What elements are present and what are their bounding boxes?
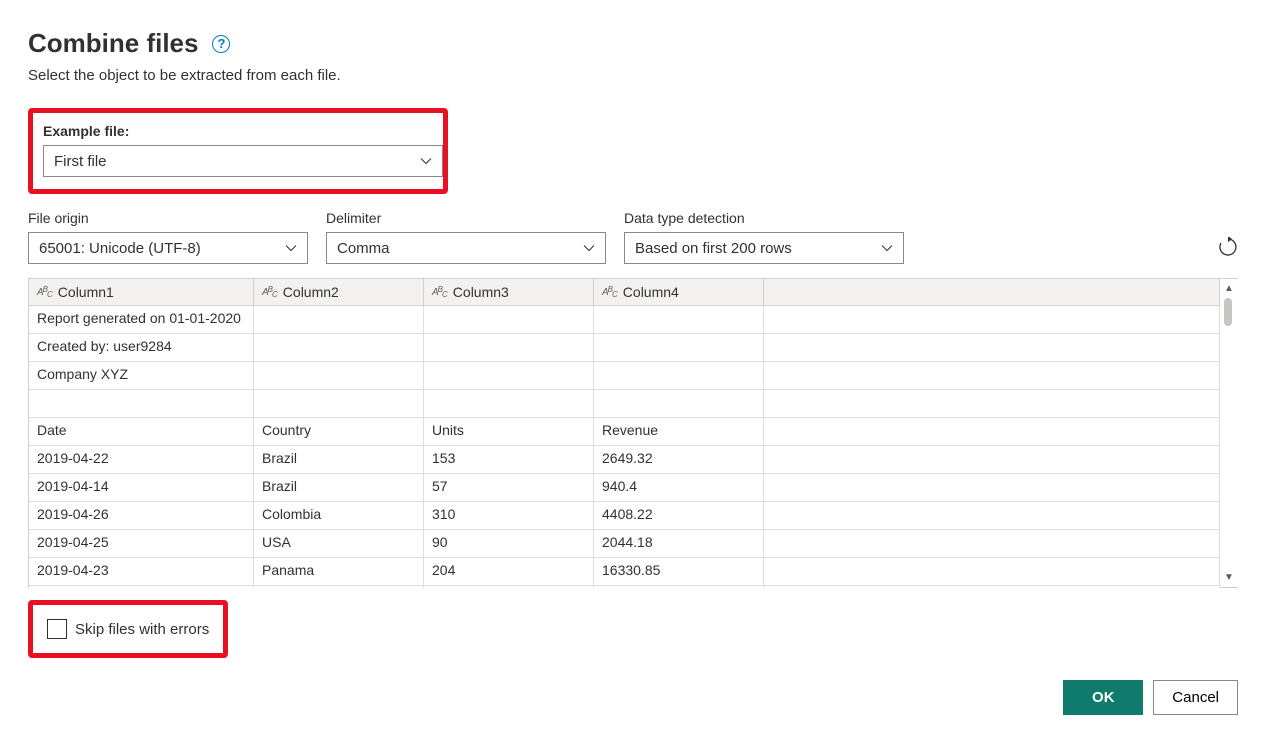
table-cell: 2044.18 xyxy=(594,530,764,558)
table-cell: Created by: user9284 xyxy=(29,334,254,362)
example-file-highlight: Example file: First file xyxy=(28,108,448,194)
table-cell xyxy=(594,362,764,390)
table-cell: USA xyxy=(254,586,424,588)
table-cell xyxy=(424,390,594,418)
cancel-button[interactable]: Cancel xyxy=(1153,680,1238,715)
table-cell xyxy=(594,334,764,362)
table-cell: 310 xyxy=(424,502,594,530)
table-cell: 204 xyxy=(424,558,594,586)
table-cell xyxy=(29,390,254,418)
table-row[interactable]: Created by: user9284 xyxy=(29,334,1220,362)
delimiter-value: Comma xyxy=(337,240,390,257)
scroll-thumb[interactable] xyxy=(1224,298,1232,326)
table-cell: Brazil xyxy=(254,446,424,474)
dialog-subtitle: Select the object to be extracted from e… xyxy=(28,67,1238,84)
chevron-down-icon xyxy=(881,242,893,254)
scroll-up-arrow[interactable]: ▲ xyxy=(1224,283,1234,294)
table-cell: 940.4 xyxy=(594,474,764,502)
table-cell: Company XYZ xyxy=(29,362,254,390)
example-file-dropdown[interactable]: First file xyxy=(43,145,443,177)
column-header[interactable]: ABCColumn2 xyxy=(254,279,424,306)
chevron-down-icon xyxy=(583,242,595,254)
table-cell: 2019-04-22 xyxy=(29,446,254,474)
dialog-title: Combine files xyxy=(28,28,198,59)
table-row[interactable]: Report generated on 01-01-2020 xyxy=(29,306,1220,334)
table-row[interactable]: 2019-04-23Panama20416330.85 xyxy=(29,558,1220,586)
table-cell: Country xyxy=(254,418,424,446)
table-cell: Units xyxy=(424,418,594,446)
table-cell: 2019-04-14 xyxy=(29,474,254,502)
table-cell xyxy=(254,306,424,334)
table-row[interactable]: 2019-04-25USA902044.18 xyxy=(29,530,1220,558)
table-cell xyxy=(424,362,594,390)
refresh-icon[interactable] xyxy=(1218,244,1238,260)
table-cell: 90 xyxy=(424,530,594,558)
chevron-down-icon xyxy=(285,242,297,254)
table-cell: 153 xyxy=(424,446,594,474)
table-row[interactable]: 2019-04-26Colombia3104408.22 xyxy=(29,502,1220,530)
file-origin-dropdown[interactable]: 65001: Unicode (UTF-8) xyxy=(28,232,308,264)
table-cell: 356 xyxy=(424,586,594,588)
text-type-icon: ABC xyxy=(262,287,277,298)
table-cell: Panama xyxy=(254,558,424,586)
text-type-icon: ABC xyxy=(432,287,447,298)
detection-label: Data type detection xyxy=(624,210,904,226)
column-header[interactable]: ABCColumn3 xyxy=(424,279,594,306)
skip-files-checkbox[interactable] xyxy=(47,619,67,639)
table-cell: 2019-04-25 xyxy=(29,530,254,558)
example-file-label: Example file: xyxy=(43,123,433,139)
table-cell xyxy=(254,362,424,390)
table-cell: Report generated on 01-01-2020 xyxy=(29,306,254,334)
table-row[interactable]: 2019-04-07USA3563772.26 xyxy=(29,586,1220,588)
table-cell: 3772.26 xyxy=(594,586,764,588)
column-header[interactable]: ABCColumn4 xyxy=(594,279,764,306)
table-row[interactable]: 2019-04-22Brazil1532649.32 xyxy=(29,446,1220,474)
table-cell: Brazil xyxy=(254,474,424,502)
table-cell xyxy=(594,390,764,418)
preview-table: ABCColumn1ABCColumn2ABCColumn3ABCColumn4… xyxy=(28,278,1238,588)
table-row[interactable]: DateCountryUnitsRevenue xyxy=(29,418,1220,446)
table-cell: Colombia xyxy=(254,502,424,530)
file-origin-label: File origin xyxy=(28,210,308,226)
table-cell xyxy=(254,334,424,362)
table-cell: 16330.85 xyxy=(594,558,764,586)
scroll-down-arrow[interactable]: ▼ xyxy=(1224,572,1234,583)
delimiter-dropdown[interactable]: Comma xyxy=(326,232,606,264)
detection-value: Based on first 200 rows xyxy=(635,240,792,257)
table-cell xyxy=(254,390,424,418)
file-origin-value: 65001: Unicode (UTF-8) xyxy=(39,240,201,257)
vertical-scrollbar[interactable]: ▲ ▼ xyxy=(1220,279,1238,588)
detection-dropdown[interactable]: Based on first 200 rows xyxy=(624,232,904,264)
text-type-icon: ABC xyxy=(37,287,52,298)
column-header[interactable]: ABCColumn1 xyxy=(29,279,254,306)
table-cell: 2019-04-07 xyxy=(29,586,254,588)
ok-button[interactable]: OK xyxy=(1063,680,1143,715)
table-cell: Date xyxy=(29,418,254,446)
table-cell: 2019-04-23 xyxy=(29,558,254,586)
skip-files-label: Skip files with errors xyxy=(75,621,209,638)
table-cell: 2649.32 xyxy=(594,446,764,474)
help-icon[interactable]: ? xyxy=(212,35,230,53)
text-type-icon: ABC xyxy=(602,287,617,298)
table-cell: 57 xyxy=(424,474,594,502)
delimiter-label: Delimiter xyxy=(326,210,606,226)
column-header-filler xyxy=(764,279,1220,306)
table-cell xyxy=(594,306,764,334)
table-cell: 4408.22 xyxy=(594,502,764,530)
table-cell xyxy=(424,334,594,362)
chevron-down-icon xyxy=(420,155,432,167)
skip-files-highlight: Skip files with errors xyxy=(28,600,228,658)
example-file-value: First file xyxy=(54,153,107,170)
table-cell: Revenue xyxy=(594,418,764,446)
table-row[interactable] xyxy=(29,390,1220,418)
table-row[interactable]: Company XYZ xyxy=(29,362,1220,390)
table-cell xyxy=(424,306,594,334)
table-row[interactable]: 2019-04-14Brazil57940.4 xyxy=(29,474,1220,502)
table-cell: 2019-04-26 xyxy=(29,502,254,530)
table-cell: USA xyxy=(254,530,424,558)
